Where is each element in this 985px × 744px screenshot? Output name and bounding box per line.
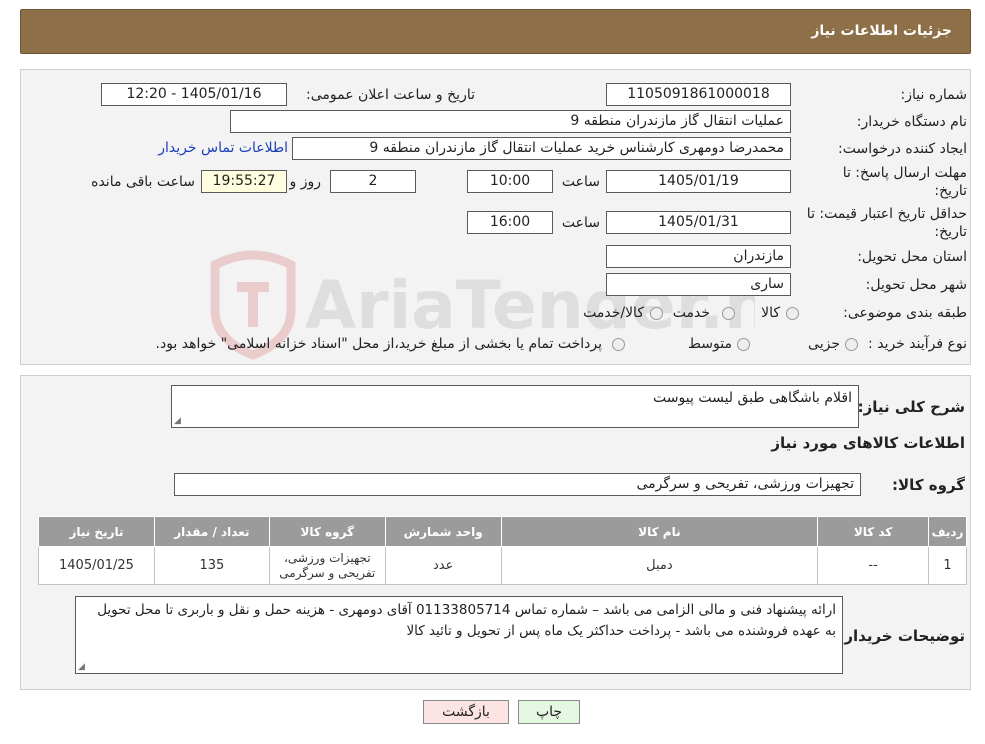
col-header-item-code: کد کالا	[817, 516, 930, 547]
process-option-minor: جزیی	[808, 336, 840, 352]
cell-group: تجهیزات ورزشی، تفریحی و سرگرمی	[268, 546, 386, 585]
cell-item-name: دمبل	[500, 546, 819, 585]
back-button[interactable]: بازگشت	[423, 700, 509, 724]
resize-handle-icon[interactable]: ◢	[78, 662, 85, 672]
table-row: 1 -- دمبل عدد تجهیزات ورزشی، تفریحی و سر…	[38, 546, 967, 585]
cell-unit: عدد	[384, 546, 502, 585]
resize-handle-icon[interactable]: ◢	[174, 416, 181, 426]
process-option-medium: متوسط	[688, 336, 732, 352]
deadline-time-label: ساعت	[561, 174, 600, 190]
col-header-row-no: ردیف	[928, 516, 967, 547]
creator-label: ایجاد کننده درخواست:	[838, 141, 967, 157]
category-option-goods: کالا	[761, 305, 780, 321]
province-label: استان محل تحویل:	[857, 249, 967, 265]
goods-group-field: تجهیزات ورزشی، تفریحی و سرگرمی	[174, 473, 861, 496]
goods-info-title: اطلاعات کالاهای مورد نیاز	[771, 434, 965, 452]
validity-label-line1: حداقل تاریخ اعتبار قیمت: تا	[806, 206, 967, 222]
deadline-remaining-label: ساعت باقی مانده	[91, 174, 195, 190]
col-header-item-name: نام کالا	[500, 516, 819, 547]
need-number-field: 1105091861000018	[606, 83, 791, 106]
announce-field: 1405/01/16 - 12:20	[101, 83, 287, 106]
col-header-quantity: تعداد / مقدار	[153, 516, 270, 547]
cell-item-code: --	[817, 546, 930, 585]
deadline-days-field: 2	[330, 170, 416, 193]
cell-row-no: 1	[928, 546, 967, 585]
category-radio-service[interactable]	[722, 307, 735, 320]
buyer-notes-label: توضیحات خریدار:	[838, 627, 965, 645]
print-button[interactable]: چاپ	[518, 700, 580, 724]
buyer-notes-textarea[interactable]: ارائه پیشنهاد فنی و مالی الزامی می باشد …	[75, 596, 843, 674]
page-header: جزئیات اطلاعات نیاز	[20, 9, 971, 54]
deadline-label-line2: تاریخ:	[934, 183, 967, 199]
category-radio-goods[interactable]	[786, 307, 799, 320]
col-header-unit: واحد شمارش	[384, 516, 502, 547]
process-label: نوع فرآیند خرید :	[868, 336, 967, 352]
creator-field: محمدرضا دومهری کارشناس خرید عملیات انتقا…	[292, 137, 791, 160]
deadline-date-field: 1405/01/19	[606, 170, 791, 193]
city-label: شهر محل تحویل:	[865, 277, 967, 293]
description-label: شرح کلی نیاز:	[857, 398, 965, 416]
buyer-contact-link[interactable]: اطلاعات تماس خریدار	[158, 140, 288, 156]
validity-time-label: ساعت	[561, 215, 600, 231]
deadline-label-line1: مهلت ارسال پاسخ: تا	[842, 165, 967, 181]
deadline-remaining-field: 19:55:27	[201, 170, 287, 193]
category-option-service: خدمت	[672, 305, 710, 321]
cell-need-date: 1405/01/25	[38, 546, 155, 585]
process-radio-treasury[interactable]	[612, 338, 625, 351]
process-radio-minor[interactable]	[845, 338, 858, 351]
validity-label-line2: تاریخ:	[934, 224, 967, 240]
items-table-header-row: ردیف کد کالا نام کالا واحد شمارش گروه کا…	[38, 516, 967, 547]
city-field: ساری	[606, 273, 791, 296]
category-label: طبقه بندی موضوعی:	[843, 305, 967, 321]
buyer-org-field: عملیات انتقال گاز مازندران منطقه 9	[230, 110, 791, 133]
process-radio-medium[interactable]	[737, 338, 750, 351]
items-table: ردیف کد کالا نام کالا واحد شمارش گروه کا…	[38, 516, 967, 585]
validity-date-field: 1405/01/31	[606, 211, 791, 234]
col-header-need-date: تاریخ نیاز	[38, 516, 155, 547]
need-number-label: شماره نیاز:	[900, 87, 968, 103]
col-header-group: گروه کالا	[268, 516, 386, 547]
description-textarea[interactable]: اقلام باشگاهی طبق لیست پیوست	[171, 385, 859, 428]
page-title: جزئیات اطلاعات نیاز	[811, 23, 952, 39]
process-treasury-note: پرداخت تمام یا بخشی از مبلغ خرید،از محل …	[155, 336, 602, 352]
goods-group-label: گروه کالا:	[892, 476, 965, 494]
category-radio-goods-service[interactable]	[650, 307, 663, 320]
deadline-time-field: 10:00	[467, 170, 553, 193]
announce-label: تاریخ و ساعت اعلان عمومی:	[306, 87, 475, 103]
cell-quantity: 135	[153, 546, 270, 585]
category-option-goods-service: کالا/خدمت	[583, 305, 644, 321]
deadline-days-label: روز و	[289, 174, 322, 190]
buyer-org-label: نام دستگاه خریدار:	[856, 114, 967, 130]
validity-time-field: 16:00	[467, 211, 553, 234]
province-field: مازندران	[606, 245, 791, 268]
